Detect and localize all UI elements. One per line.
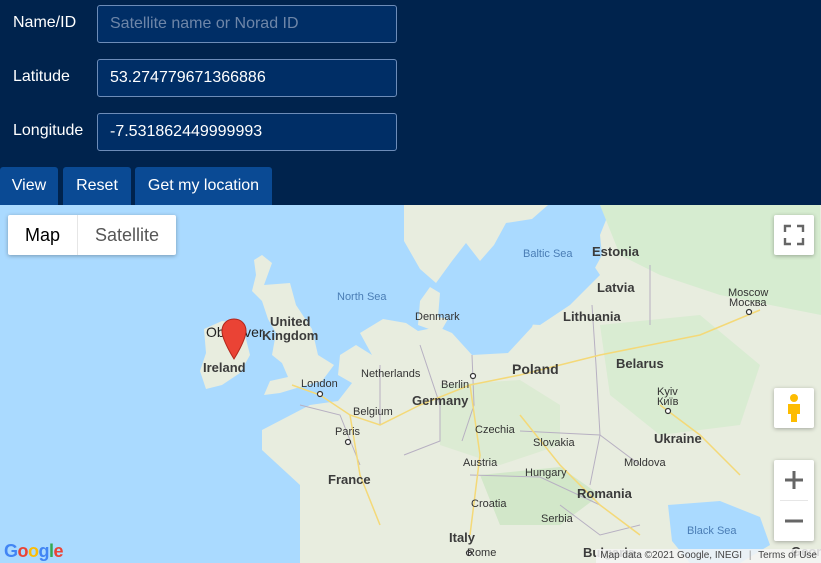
fullscreen-button[interactable] <box>774 215 814 255</box>
google-logo[interactable]: Google <box>4 541 64 562</box>
map-view[interactable]: Baltic Sea North Sea Black Sea Estonia L… <box>0 205 821 563</box>
label-ukraine: Ukraine <box>654 431 702 446</box>
street-view-button[interactable] <box>774 388 814 428</box>
label-london: London <box>301 378 338 390</box>
label-poland: Poland <box>512 361 559 377</box>
map-type-satellite-button[interactable]: Satellite <box>78 215 176 255</box>
label-lithuania: Lithuania <box>563 309 621 324</box>
label-hungary: Hungary <box>525 467 567 479</box>
label-berlin: Berlin <box>441 379 470 391</box>
label-croatia: Croatia <box>471 498 507 510</box>
label-italy: Italy <box>449 530 476 545</box>
label-romania: Romania <box>577 486 632 501</box>
map-type-map-button[interactable]: Map <box>8 215 79 255</box>
view-button[interactable]: View <box>0 167 58 205</box>
name-input[interactable] <box>97 5 397 43</box>
label-czechia: Czechia <box>475 424 515 436</box>
label-belgium: Belgium <box>353 406 393 418</box>
name-label: Name/ID <box>13 14 77 31</box>
label-kyiv-ua: Київ <box>657 396 679 408</box>
terms-of-use-link[interactable]: Terms of Use <box>758 550 817 561</box>
label-united: United <box>270 314 311 329</box>
longitude-row: Longitude <box>0 113 821 151</box>
zoom-out-button[interactable] <box>774 501 814 541</box>
label-ireland: Ireland <box>203 360 246 375</box>
label-baltic-sea: Baltic Sea <box>523 248 573 260</box>
label-north-sea: North Sea <box>337 291 387 303</box>
fullscreen-icon <box>783 224 805 246</box>
attribution-separator: | <box>748 550 752 561</box>
map-marker-icon[interactable] <box>221 318 247 360</box>
label-germany: Germany <box>412 393 469 408</box>
label-moldova: Moldova <box>624 457 666 469</box>
tracker-form: Name/ID Latitude Longitude View Reset Ge… <box>0 0 821 205</box>
label-black-sea: Black Sea <box>687 525 737 537</box>
label-serbia: Serbia <box>541 513 573 525</box>
zoom-in-icon <box>785 471 803 489</box>
attribution-data: Map data ©2021 Google, INEGI <box>600 550 743 561</box>
label-belarus: Belarus <box>616 356 664 371</box>
get-location-button[interactable]: Get my location <box>135 167 272 205</box>
label-netherlands: Netherlands <box>361 368 421 380</box>
latitude-input[interactable] <box>97 59 397 97</box>
longitude-input[interactable] <box>97 113 397 151</box>
label-kingdom: Kingdom <box>262 328 319 343</box>
label-rome: Rome <box>467 547 497 559</box>
map-type-control: Map Satellite <box>8 215 177 255</box>
label-paris: Paris <box>335 426 361 438</box>
zoom-in-button[interactable] <box>774 460 814 500</box>
pegman-icon <box>788 394 800 422</box>
label-denmark: Denmark <box>415 311 460 323</box>
zoom-control <box>774 460 814 541</box>
label-slovakia: Slovakia <box>533 437 575 449</box>
zoom-out-icon <box>785 519 803 523</box>
longitude-label: Longitude <box>13 122 84 139</box>
map-attribution: Map data ©2021 Google, INEGI | Terms of … <box>596 549 821 563</box>
label-estonia: Estonia <box>592 244 639 259</box>
name-row: Name/ID <box>0 5 821 43</box>
latitude-label: Latitude <box>13 68 70 85</box>
latitude-row: Latitude <box>0 59 821 97</box>
label-latvia: Latvia <box>597 280 635 295</box>
label-france: France <box>328 472 371 487</box>
label-moscow-ru: Москва <box>729 297 767 309</box>
label-austria: Austria <box>463 457 498 469</box>
map-base <box>200 205 821 563</box>
reset-button[interactable]: Reset <box>63 167 131 205</box>
